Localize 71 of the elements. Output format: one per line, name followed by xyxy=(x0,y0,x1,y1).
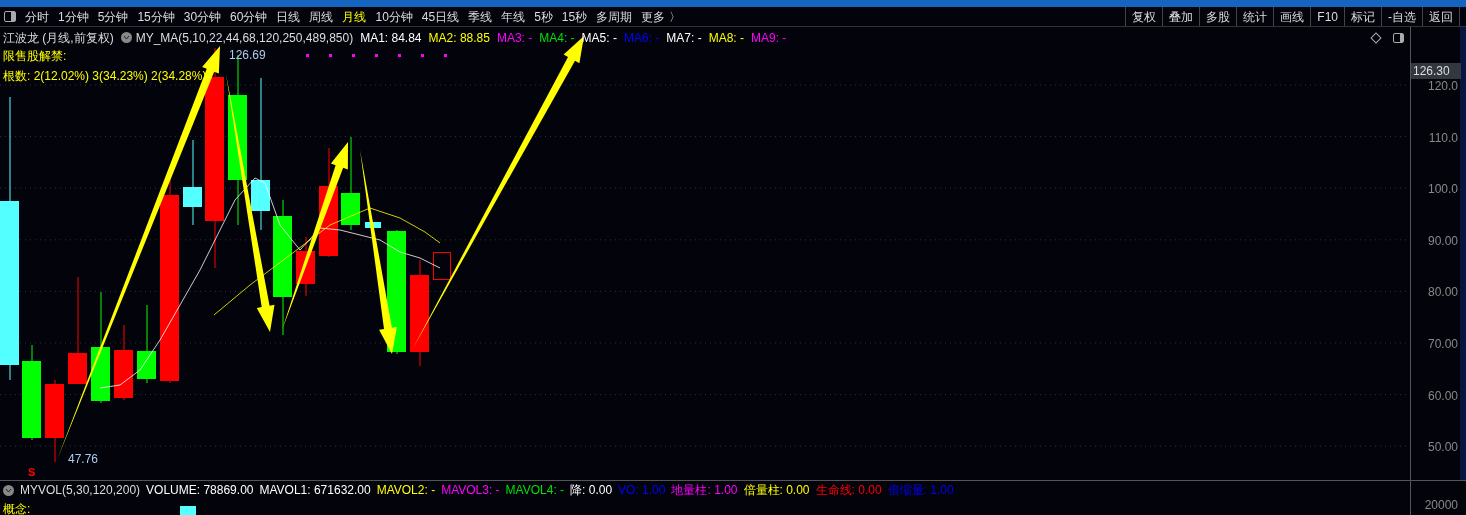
scrollbar[interactable] xyxy=(1460,27,1466,480)
note-text: 限售股解禁: xyxy=(3,48,67,65)
high-price-label: 126.69 xyxy=(229,47,266,64)
legend-value: 生命线: 0.00 xyxy=(815,482,882,499)
legend-value: MA2: 88.85 xyxy=(428,29,490,47)
period-tab[interactable]: 分时 xyxy=(25,7,49,26)
axis-label: 110.0 xyxy=(1428,129,1458,147)
period-tab[interactable]: 60分钟 xyxy=(230,7,268,26)
toolbar-button[interactable]: 叠加 xyxy=(1163,7,1201,26)
legend-value: VOLUME: 78869.00 xyxy=(146,482,254,499)
axis-label: 120.0 xyxy=(1427,78,1458,95)
period-tab[interactable]: 5分钟 xyxy=(97,7,129,26)
stock-name: 江波龙 (月线,前复权) xyxy=(3,29,114,47)
indicator-name: MYVOL(5,30,120,200) xyxy=(20,482,141,499)
legend-value: 降: 0.00 xyxy=(570,482,613,499)
legend-value: MA8: - xyxy=(708,29,744,47)
toolbar-button[interactable]: 统计 xyxy=(1237,7,1275,26)
low-price-label: 47.76 xyxy=(68,451,99,468)
concept-label: 概念: xyxy=(2,502,31,515)
period-tab[interactable]: 周线 xyxy=(309,7,334,26)
period-tab[interactable]: 45日线 xyxy=(421,7,460,26)
axis-label: 80.00 xyxy=(1427,284,1458,302)
period-tab[interactable]: 1分钟 xyxy=(58,7,89,26)
chevron-icon[interactable] xyxy=(120,32,132,43)
legend-value: MA3: - xyxy=(496,29,533,47)
axis-label: 90.00 xyxy=(1427,232,1458,250)
legend-value: VO: 1.00 xyxy=(618,482,666,499)
legend-value: MA4: - xyxy=(539,29,575,47)
legend-value: 倍缩量: 1.00 xyxy=(887,482,954,499)
signal-label: S xyxy=(28,465,36,480)
legend-value: MA1: 84.84 xyxy=(360,29,422,47)
legend-value: MA7: - xyxy=(666,29,702,47)
volume-bar xyxy=(180,506,197,515)
period-tab[interactable]: 15分钟 xyxy=(137,7,175,26)
toolbar-button[interactable]: 复权 xyxy=(1126,7,1164,26)
toolbar-button[interactable]: 多股 xyxy=(1200,7,1238,26)
period-tab[interactable]: 15秒 xyxy=(561,7,588,26)
legend-value: MA6: - xyxy=(623,29,660,47)
toolbar-button[interactable]: 标记 xyxy=(1345,7,1382,26)
period-tab[interactable]: 10分钟 xyxy=(375,7,413,26)
current-price-label: 126.30 xyxy=(1411,63,1461,79)
panel-icon[interactable] xyxy=(4,11,16,22)
period-tab[interactable]: 日线 xyxy=(276,7,301,26)
period-tab[interactable]: 5秒 xyxy=(534,7,553,26)
axis-label: 100.0 xyxy=(1427,181,1458,199)
period-tab[interactable]: 30分钟 xyxy=(183,7,222,26)
period-tab[interactable]: 更多 〉 xyxy=(641,7,681,26)
candle xyxy=(433,252,451,280)
axis-label: 70.00 xyxy=(1427,336,1458,353)
legend-value: MA9: - xyxy=(751,29,787,47)
toolbar-button[interactable]: 画线 xyxy=(1274,7,1312,26)
legend-value: MAVOL1: 671632.00 xyxy=(259,482,371,499)
legend-value: MAVOL2: - xyxy=(376,482,436,499)
legend-value: 地量柱: 1.00 xyxy=(671,482,738,499)
axis-label: 50.00 xyxy=(1427,439,1458,457)
toolbar-button[interactable]: 返回 xyxy=(1423,7,1460,26)
period-tab[interactable]: 年线 xyxy=(501,7,526,26)
legend-value: MAVOL4: - xyxy=(505,482,565,499)
legend-value: MAVOL3: - xyxy=(441,482,500,499)
axis-label: 20000 xyxy=(1424,497,1458,514)
period-tab[interactable]: 多周期 xyxy=(596,7,633,26)
indicator-name: MY_MA(5,10,22,44,68,120,250,489,850) xyxy=(135,29,354,47)
period-tab[interactable]: 月线 xyxy=(342,7,367,26)
panel-icon[interactable] xyxy=(1393,32,1404,43)
toolbar-button[interactable]: F10 xyxy=(1311,7,1345,26)
legend-value: MA5: - xyxy=(581,29,617,47)
legend-value: 倍量柱: 0.00 xyxy=(743,482,810,499)
chevron-icon[interactable] xyxy=(3,484,14,496)
axis-label: 60.00 xyxy=(1427,387,1458,405)
toolbar-button[interactable]: -自选 xyxy=(1382,7,1423,26)
period-tab[interactable]: 季线 xyxy=(468,7,493,26)
